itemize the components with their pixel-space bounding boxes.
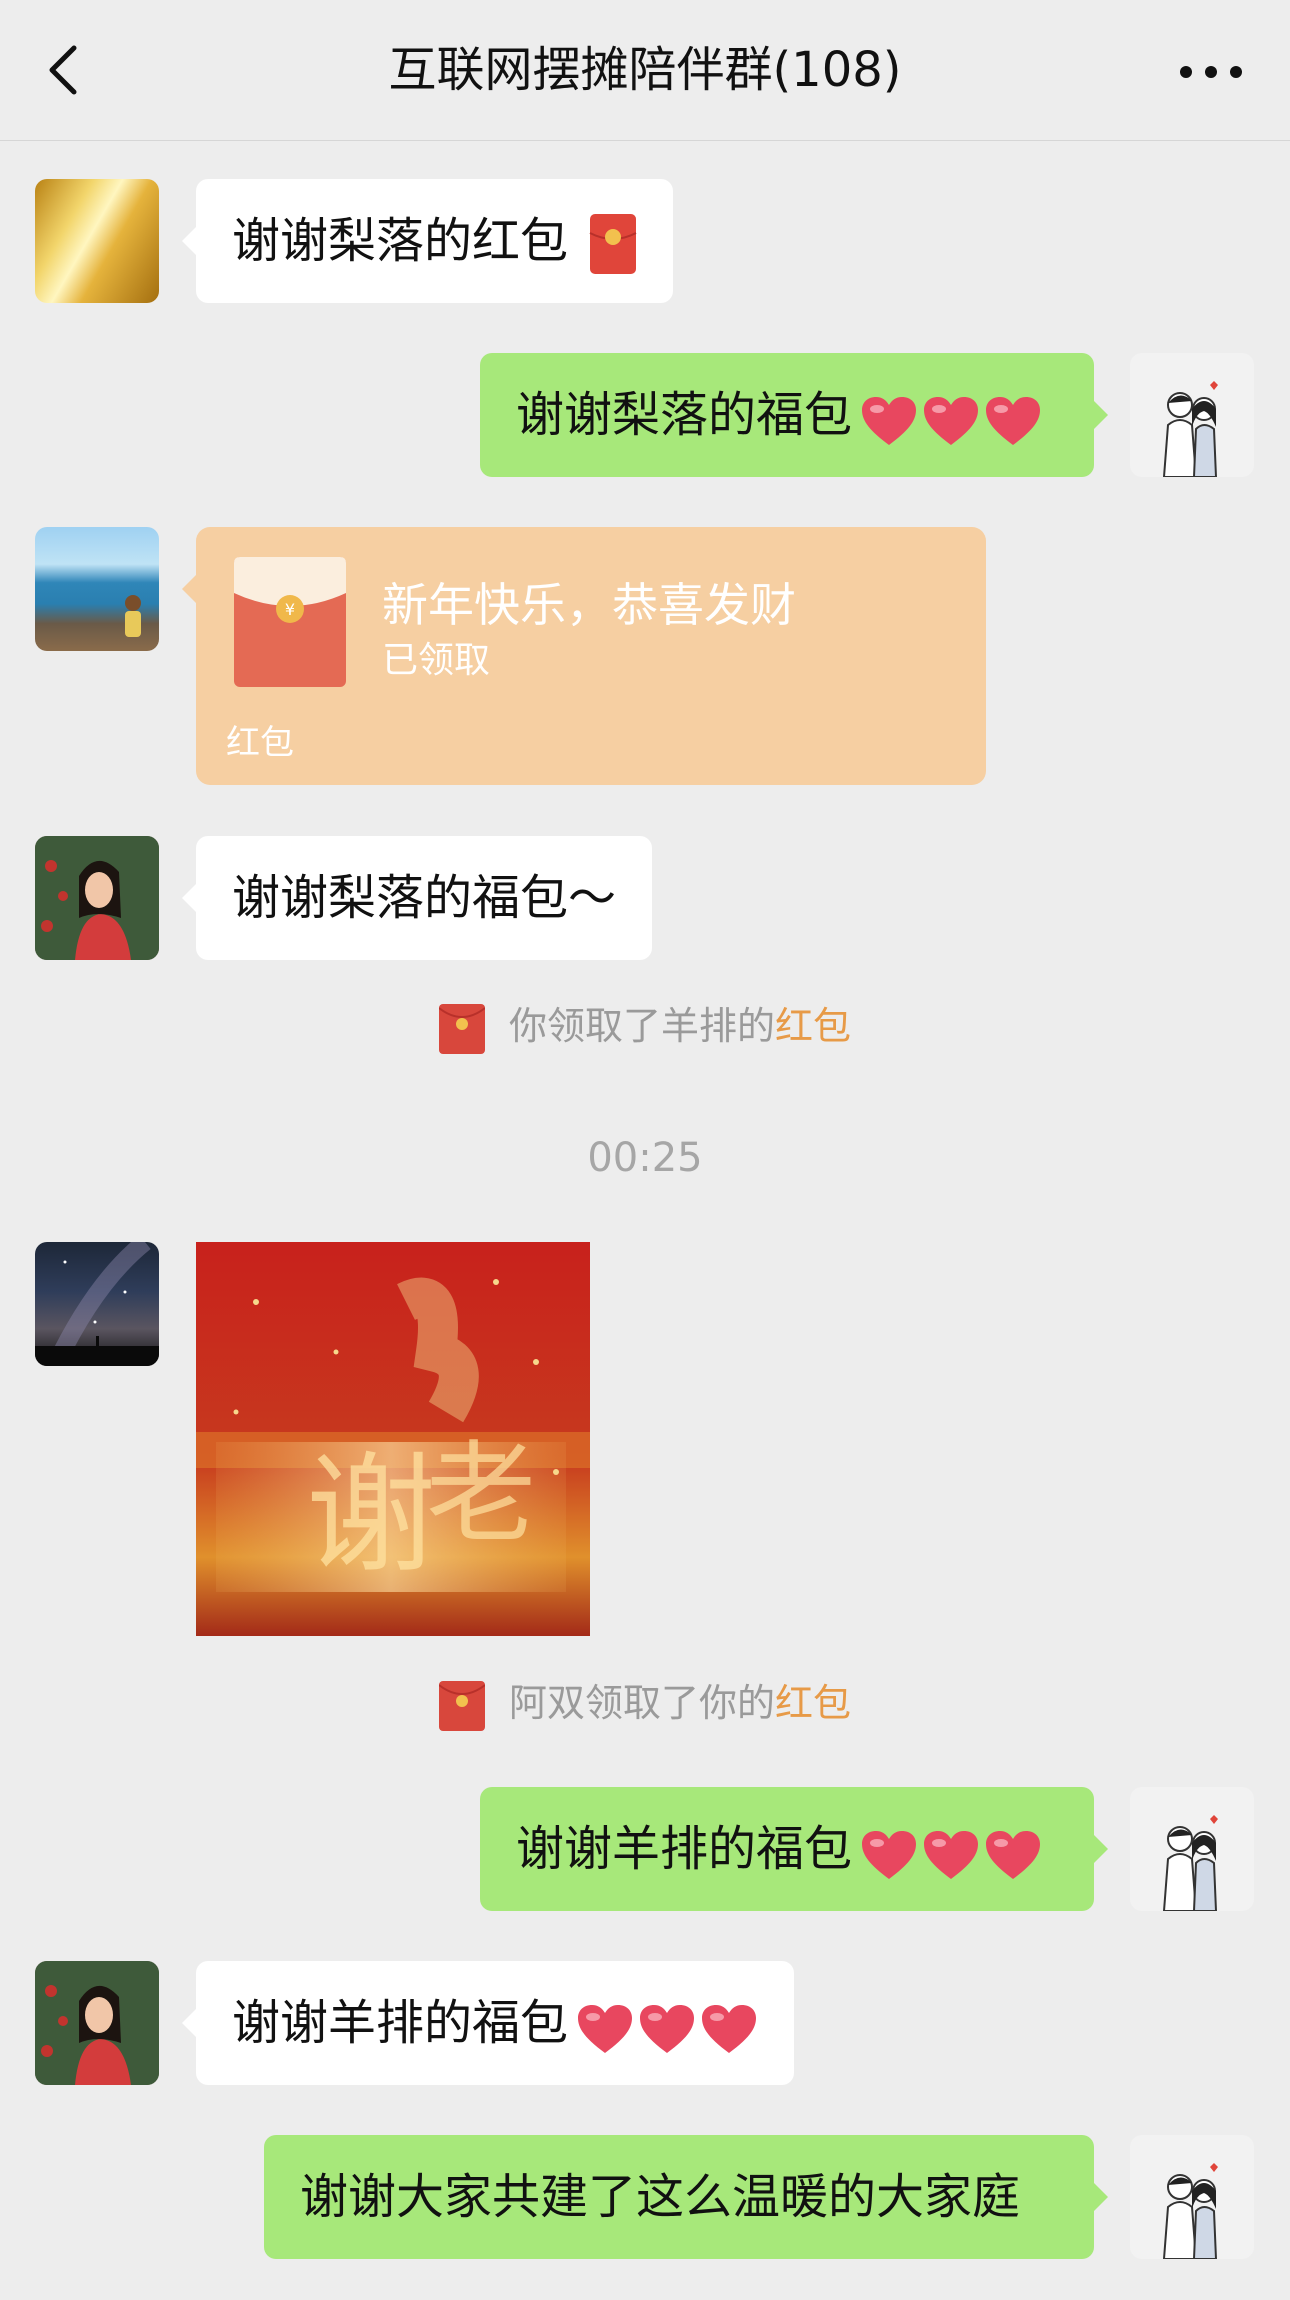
red-packet-link[interactable]: 红包 — [775, 1004, 851, 1048]
svg-text:谢: 谢 — [306, 1439, 436, 1591]
person-figure-icon — [125, 595, 141, 637]
red-packet-icon — [438, 1003, 485, 1054]
red-packet-status: 已领取 — [382, 640, 491, 681]
heart-icon — [986, 1831, 1041, 1879]
message-bubble[interactable]: 谢谢梨落的红包 — [181, 179, 674, 303]
avatar[interactable] — [35, 836, 159, 960]
red-envelope-icon: ¥ — [234, 557, 346, 687]
system-notice: 你领取了羊排的红包 — [0, 996, 1290, 1056]
heart-icon — [640, 2005, 695, 2053]
message-text: 谢谢大家共建了这么温暖的大家庭 — [300, 2169, 1021, 2225]
avatar[interactable] — [35, 179, 159, 303]
more-button[interactable] — [1176, 40, 1246, 100]
more-dots-icon — [1180, 66, 1242, 78]
red-packet-card[interactable]: ¥ 新年快乐，恭喜发财 已领取 红包 — [182, 527, 986, 785]
my-avatar[interactable] — [1130, 353, 1254, 477]
svg-text:老: 老 — [426, 1430, 536, 1558]
my-avatar[interactable] — [1130, 2135, 1254, 2259]
message-bubble[interactable]: 谢谢羊排的福包 — [181, 1961, 795, 2088]
hearts-emoji — [572, 1964, 758, 2088]
chat-title: 互联网摆摊陪伴群(108) — [388, 42, 902, 98]
message-text: 谢谢羊排的福包 — [232, 1995, 569, 2051]
chat-header: 互联网摆摊陪伴群(108) — [0, 0, 1290, 141]
message-bubble[interactable]: 谢谢大家共建了这么温暖的大家庭 — [264, 2135, 1108, 2259]
red-packet-emoji-icon — [589, 214, 637, 274]
couple-illustration-icon — [1162, 2163, 1218, 2259]
message-text: 谢谢梨落的福包～ — [232, 870, 617, 926]
heart-icon — [986, 397, 1041, 445]
system-notice: 阿双领取了你的红包 — [0, 1673, 1290, 1733]
avatar[interactable] — [35, 1961, 159, 2085]
heart-icon — [924, 397, 979, 445]
red-packet-greeting: 新年快乐，恭喜发财 — [382, 578, 796, 632]
sticker-image[interactable]: 谢 老 — [196, 1242, 590, 1636]
system-notice-text: 你领取了羊排的 — [508, 1004, 775, 1048]
night-sky-icon — [35, 1242, 159, 1366]
message-text: 谢谢羊排的福包 — [516, 1821, 853, 1877]
hearts-emoji — [856, 1790, 1042, 1914]
heart-icon — [862, 1831, 917, 1879]
message-text: 谢谢梨落的红包 — [232, 213, 569, 269]
couple-illustration-icon — [1162, 381, 1218, 477]
thank-you-sticker-icon: 谢 老 — [196, 1242, 590, 1636]
timestamp: 00:25 — [587, 1135, 703, 1181]
my-avatar[interactable] — [1130, 1787, 1254, 1911]
red-packet-icon — [438, 1680, 485, 1731]
heart-icon — [862, 397, 917, 445]
message-bubble[interactable]: 谢谢梨落的福包 — [480, 353, 1108, 480]
message-bubble[interactable]: 谢谢羊排的福包 — [480, 1787, 1108, 1914]
couple-illustration-icon — [1162, 1815, 1218, 1911]
woman-portrait-icon — [35, 836, 159, 960]
heart-icon — [578, 2005, 633, 2053]
woman-portrait-icon — [35, 1961, 159, 2085]
avatar[interactable] — [35, 1242, 159, 1366]
hearts-emoji — [856, 356, 1042, 480]
heart-icon — [924, 1831, 979, 1879]
system-notice-text: 阿双领取了你的 — [508, 1681, 775, 1725]
heart-icon — [702, 2005, 757, 2053]
red-packet-link[interactable]: 红包 — [775, 1681, 851, 1725]
red-packet-label: 红包 — [226, 723, 294, 763]
avatar[interactable] — [35, 527, 159, 651]
message-bubble[interactable]: 谢谢梨落的福包～ — [181, 836, 653, 960]
message-text: 谢谢梨落的福包 — [516, 387, 853, 443]
svg-text:¥: ¥ — [285, 600, 295, 619]
